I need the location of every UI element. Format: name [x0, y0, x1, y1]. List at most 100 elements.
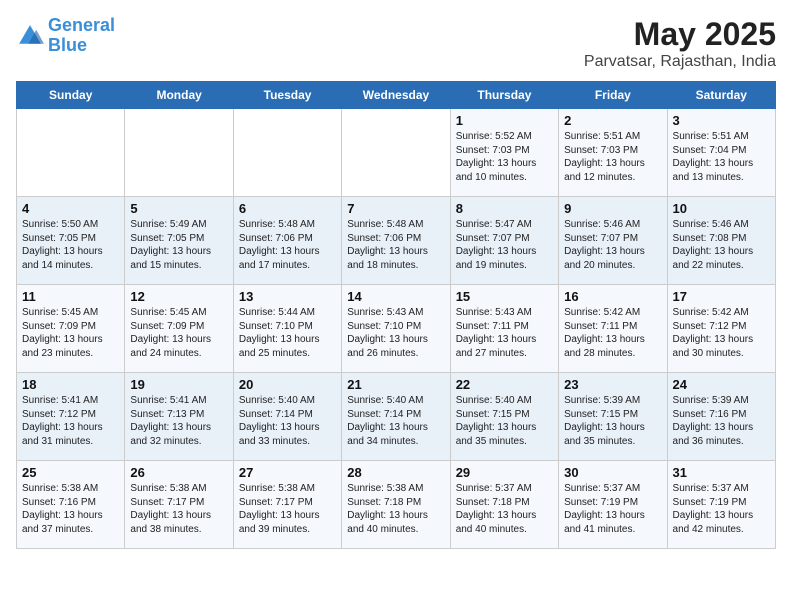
calendar-cell: 1 Sunrise: 5:52 AM Sunset: 7:03 PM Daylig…	[450, 109, 558, 197]
day-number: 7	[347, 201, 444, 216]
day-number: 2	[564, 113, 661, 128]
day-number: 26	[130, 465, 227, 480]
day-number: 8	[456, 201, 553, 216]
day-number: 5	[130, 201, 227, 216]
day-number: 22	[456, 377, 553, 392]
day-number: 21	[347, 377, 444, 392]
calendar-cell: 22 Sunrise: 5:40 AM Sunset: 7:15 PM Dayli…	[450, 373, 558, 461]
cell-details: Sunrise: 5:43 AM Sunset: 7:11 PM Dayligh…	[456, 306, 553, 360]
subtitle: Parvatsar, Rajasthan, India	[584, 53, 776, 71]
calendar-cell: 24Sunrise: 5:39 AM Sunset: 7:16 PM Dayli…	[667, 373, 775, 461]
calendar-header: SundayMondayTuesdayWednesdayThursdayFrid…	[17, 82, 776, 109]
calendar-cell: 29 Sunrise: 5:37 AM Sunset: 7:18 PM Dayli…	[450, 461, 558, 549]
cell-details: Sunrise: 5:37 AM Sunset: 7:18 PM Dayligh…	[456, 482, 553, 536]
calendar-cell: 18Sunrise: 5:41 AM Sunset: 7:12 PM Dayli…	[17, 373, 125, 461]
calendar-cell	[342, 109, 450, 197]
calendar-cell: 25 Sunrise: 5:38 AM Sunset: 7:16 PM Dayli…	[17, 461, 125, 549]
day-number: 10	[673, 201, 770, 216]
header-friday: Friday	[559, 82, 667, 109]
header-thursday: Thursday	[450, 82, 558, 109]
cell-details: Sunrise: 5:42 AM Sunset: 7:12 PM Dayligh…	[673, 306, 770, 360]
cell-details: Sunrise: 5:47 AM Sunset: 7:07 PM Dayligh…	[456, 218, 553, 272]
calendar-cell: 16 Sunrise: 5:42 AM Sunset: 7:11 PM Dayli…	[559, 285, 667, 373]
header-wednesday: Wednesday	[342, 82, 450, 109]
day-number: 31	[673, 465, 770, 480]
cell-details: Sunrise: 5:48 AM Sunset: 7:06 PM Dayligh…	[239, 218, 336, 272]
calendar-cell: 5 Sunrise: 5:49 AM Sunset: 7:05 PM Daylig…	[125, 197, 233, 285]
day-number: 15	[456, 289, 553, 304]
week-row-5: 25 Sunrise: 5:38 AM Sunset: 7:16 PM Dayli…	[17, 461, 776, 549]
cell-details: Sunrise: 5:45 AM Sunset: 7:09 PM Dayligh…	[22, 306, 119, 360]
cell-details: Sunrise: 5:42 AM Sunset: 7:11 PM Dayligh…	[564, 306, 661, 360]
cell-details: Sunrise: 5:52 AM Sunset: 7:03 PM Dayligh…	[456, 130, 553, 184]
header-tuesday: Tuesday	[233, 82, 341, 109]
day-number: 1	[456, 113, 553, 128]
calendar-cell: 20 Sunrise: 5:40 AM Sunset: 7:14 PM Dayli…	[233, 373, 341, 461]
week-row-3: 11 Sunrise: 5:45 AM Sunset: 7:09 PM Dayli…	[17, 285, 776, 373]
cell-details: Sunrise: 5:50 AM Sunset: 7:05 PM Dayligh…	[22, 218, 119, 272]
cell-details: Sunrise: 5:40 AM Sunset: 7:14 PM Dayligh…	[347, 394, 444, 448]
cell-details: Sunrise: 5:37 AM Sunset: 7:19 PM Dayligh…	[564, 482, 661, 536]
cell-details: Sunrise: 5:39 AM Sunset: 7:16 PM Dayligh…	[673, 394, 770, 448]
cell-details: Sunrise: 5:49 AM Sunset: 7:05 PM Dayligh…	[130, 218, 227, 272]
calendar-cell: 19Sunrise: 5:41 AM Sunset: 7:13 PM Dayli…	[125, 373, 233, 461]
cell-details: Sunrise: 5:39 AM Sunset: 7:15 PM Dayligh…	[564, 394, 661, 448]
calendar-cell: 11 Sunrise: 5:45 AM Sunset: 7:09 PM Dayli…	[17, 285, 125, 373]
cell-details: Sunrise: 5:46 AM Sunset: 7:07 PM Dayligh…	[564, 218, 661, 272]
day-number: 3	[673, 113, 770, 128]
header-monday: Monday	[125, 82, 233, 109]
calendar-cell	[125, 109, 233, 197]
day-number: 27	[239, 465, 336, 480]
calendar-cell	[233, 109, 341, 197]
cell-details: Sunrise: 5:38 AM Sunset: 7:17 PM Dayligh…	[239, 482, 336, 536]
cell-details: Sunrise: 5:51 AM Sunset: 7:03 PM Dayligh…	[564, 130, 661, 184]
cell-details: Sunrise: 5:40 AM Sunset: 7:14 PM Dayligh…	[239, 394, 336, 448]
day-number: 20	[239, 377, 336, 392]
calendar-cell: 26 Sunrise: 5:38 AM Sunset: 7:17 PM Dayli…	[125, 461, 233, 549]
week-row-2: 4 Sunrise: 5:50 AM Sunset: 7:05 PM Daylig…	[17, 197, 776, 285]
day-number: 6	[239, 201, 336, 216]
week-row-4: 18Sunrise: 5:41 AM Sunset: 7:12 PM Dayli…	[17, 373, 776, 461]
day-number: 25	[22, 465, 119, 480]
cell-details: Sunrise: 5:48 AM Sunset: 7:06 PM Dayligh…	[347, 218, 444, 272]
header-sunday: Sunday	[17, 82, 125, 109]
calendar-cell: 14Sunrise: 5:43 AM Sunset: 7:10 PM Dayli…	[342, 285, 450, 373]
day-number: 23	[564, 377, 661, 392]
day-number: 19	[130, 377, 227, 392]
header-saturday: Saturday	[667, 82, 775, 109]
cell-details: Sunrise: 5:51 AM Sunset: 7:04 PM Dayligh…	[673, 130, 770, 184]
day-number: 29	[456, 465, 553, 480]
calendar-cell: 8 Sunrise: 5:47 AM Sunset: 7:07 PM Daylig…	[450, 197, 558, 285]
cell-details: Sunrise: 5:37 AM Sunset: 7:19 PM Dayligh…	[673, 482, 770, 536]
cell-details: Sunrise: 5:40 AM Sunset: 7:15 PM Dayligh…	[456, 394, 553, 448]
day-number: 30	[564, 465, 661, 480]
day-number: 13	[239, 289, 336, 304]
calendar-cell: 2 Sunrise: 5:51 AM Sunset: 7:03 PM Daylig…	[559, 109, 667, 197]
calendar-cell: 4 Sunrise: 5:50 AM Sunset: 7:05 PM Daylig…	[17, 197, 125, 285]
day-number: 16	[564, 289, 661, 304]
cell-details: Sunrise: 5:46 AM Sunset: 7:08 PM Dayligh…	[673, 218, 770, 272]
day-number: 11	[22, 289, 119, 304]
calendar-cell: 21 Sunrise: 5:40 AM Sunset: 7:14 PM Dayli…	[342, 373, 450, 461]
calendar-cell: 23 Sunrise: 5:39 AM Sunset: 7:15 PM Dayli…	[559, 373, 667, 461]
day-number: 17	[673, 289, 770, 304]
week-row-1: 1 Sunrise: 5:52 AM Sunset: 7:03 PM Daylig…	[17, 109, 776, 197]
calendar-cell: 12Sunrise: 5:45 AM Sunset: 7:09 PM Dayli…	[125, 285, 233, 373]
logo: General Blue	[16, 16, 115, 56]
logo-icon	[16, 22, 44, 50]
day-number: 4	[22, 201, 119, 216]
calendar-cell: 3 Sunrise: 5:51 AM Sunset: 7:04 PM Daylig…	[667, 109, 775, 197]
calendar-cell	[17, 109, 125, 197]
cell-details: Sunrise: 5:45 AM Sunset: 7:09 PM Dayligh…	[130, 306, 227, 360]
calendar-cell: 17 Sunrise: 5:42 AM Sunset: 7:12 PM Dayli…	[667, 285, 775, 373]
title-block: May 2025 Parvatsar, Rajasthan, India	[584, 16, 776, 71]
calendar-cell: 31 Sunrise: 5:37 AM Sunset: 7:19 PM Dayli…	[667, 461, 775, 549]
cell-details: Sunrise: 5:41 AM Sunset: 7:12 PM Dayligh…	[22, 394, 119, 448]
cell-details: Sunrise: 5:43 AM Sunset: 7:10 PM Dayligh…	[347, 306, 444, 360]
day-number: 9	[564, 201, 661, 216]
cell-details: Sunrise: 5:38 AM Sunset: 7:17 PM Dayligh…	[130, 482, 227, 536]
calendar-cell: 28Sunrise: 5:38 AM Sunset: 7:18 PM Dayli…	[342, 461, 450, 549]
cell-details: Sunrise: 5:38 AM Sunset: 7:16 PM Dayligh…	[22, 482, 119, 536]
calendar-cell: 15 Sunrise: 5:43 AM Sunset: 7:11 PM Dayli…	[450, 285, 558, 373]
calendar-table: SundayMondayTuesdayWednesdayThursdayFrid…	[16, 81, 776, 549]
